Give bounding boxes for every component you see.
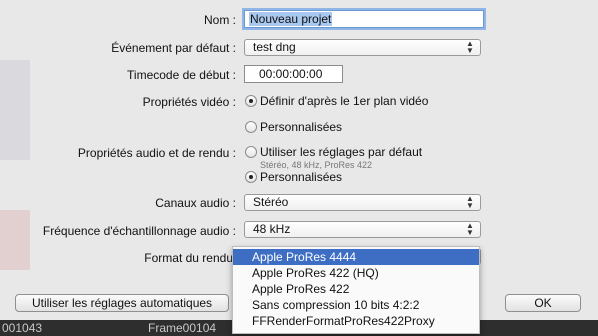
samplerate-popup[interactable]: 48 kHz ▲ ▼ — [244, 221, 481, 238]
video-custom-radio[interactable] — [245, 121, 257, 133]
background-thumbnail — [0, 60, 30, 160]
auto-settings-button[interactable]: Utiliser les réglages automatiques — [15, 294, 229, 312]
audio-default-sublabel: Stéréo, 48 kHz, ProRes 422 — [260, 160, 373, 170]
menu-item-prores-422[interactable]: Apple ProRes 422 — [233, 281, 479, 297]
project-name-field[interactable]: Nouveau projet — [244, 10, 484, 28]
samplerate-label: Fréquence d'échantillonnage audio : — [42, 224, 236, 238]
updown-arrows-icon: ▲ ▼ — [466, 194, 474, 210]
updown-arrows-icon: ▲ ▼ — [466, 221, 474, 237]
audio-custom-label[interactable]: Personnalisées — [260, 170, 342, 184]
project-name-value: Nouveau projet — [249, 12, 333, 26]
menu-item-uncompressed-10bit[interactable]: Sans compression 10 bits 4:2:2 — [233, 297, 479, 313]
video-props-label: Propriétés vidéo : — [142, 95, 236, 109]
audio-custom-radio[interactable] — [245, 171, 257, 183]
event-label: Événement par défaut : — [111, 41, 236, 55]
video-auto-label[interactable]: Définir d'après le 1er plan vidéo — [260, 94, 428, 108]
audio-default-label[interactable]: Utiliser les réglages par défaut — [260, 145, 422, 159]
render-format-menu: Apple ProRes 4444 Apple ProRes 422 (HQ) … — [232, 246, 480, 334]
name-label: Nom : — [203, 13, 236, 27]
audio-default-radio[interactable] — [245, 146, 257, 158]
event-popup[interactable]: test dng ▲ ▼ — [244, 39, 481, 56]
menu-item-prores-422-hq[interactable]: Apple ProRes 422 (HQ) — [233, 265, 479, 281]
video-custom-label[interactable]: Personnalisées — [260, 120, 342, 134]
background-thumbnail — [0, 210, 30, 270]
menu-item-prores-4444[interactable]: Apple ProRes 4444 — [233, 249, 479, 265]
timecode-value: 00:00:00:00 — [259, 67, 323, 81]
channels-popup[interactable]: Stéréo ▲ ▼ — [244, 194, 481, 211]
event-popup-value: test dng — [253, 40, 296, 54]
ok-button[interactable]: OK — [505, 294, 581, 312]
samplerate-popup-value: 48 kHz — [253, 222, 291, 236]
video-auto-radio[interactable] — [245, 95, 257, 107]
timecode-field[interactable]: 00:00:00:00 — [244, 65, 343, 83]
timecode-label: Timecode de début : — [127, 68, 236, 82]
channels-label: Canaux audio : — [155, 196, 236, 210]
background-clip-label: 001043 — [2, 321, 43, 335]
channels-popup-value: Stéréo — [253, 195, 289, 209]
audio-props-label: Propriétés audio et de rendu : — [77, 146, 236, 160]
menu-item-prores-422-proxy[interactable]: FFRenderFormatProRes422Proxy — [233, 313, 479, 329]
updown-arrows-icon: ▲ ▼ — [466, 39, 474, 55]
background-frame-label: Frame00104 — [148, 321, 217, 335]
render-format-label: Format du rendu — [144, 251, 233, 265]
